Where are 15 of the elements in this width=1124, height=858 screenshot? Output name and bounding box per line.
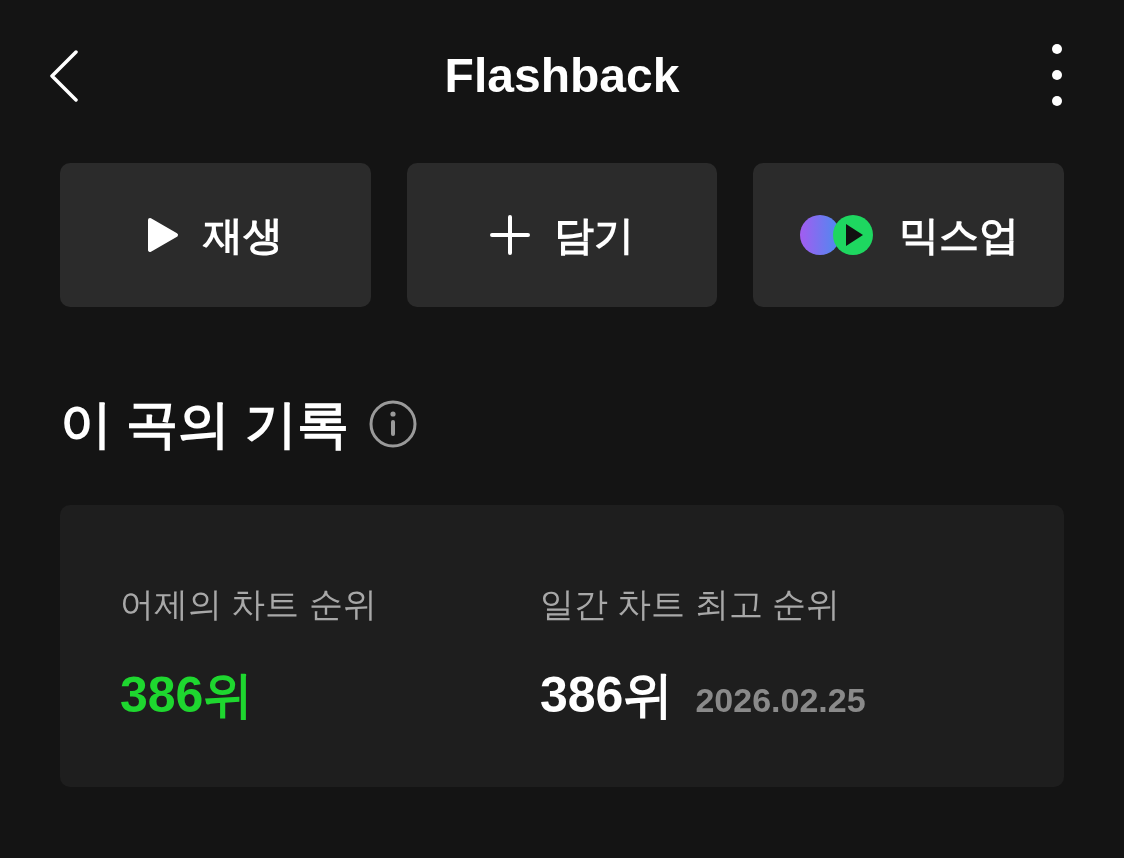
stat-value: 386위 [540, 666, 674, 725]
plus-icon [490, 215, 530, 255]
stat-value: 386위 [120, 666, 254, 725]
page-title: Flashback [444, 48, 680, 104]
action-button[interactable]: 담기 [406, 163, 718, 307]
stat-label: 어제의 차트 순위 [120, 584, 377, 625]
section-title: 이 곡의 기록 [60, 394, 349, 455]
info-icon[interactable] [368, 400, 417, 448]
action-button[interactable]: 재생 [60, 163, 371, 307]
mixup-icon [798, 214, 875, 256]
play-icon [147, 217, 180, 253]
stat-label: 일간 차트 최고 순위 [540, 584, 841, 625]
action-button[interactable]: 믹스업 [753, 163, 1064, 307]
more-icon[interactable] [1050, 44, 1064, 106]
stat-date: 2026.02.25 [695, 680, 866, 721]
